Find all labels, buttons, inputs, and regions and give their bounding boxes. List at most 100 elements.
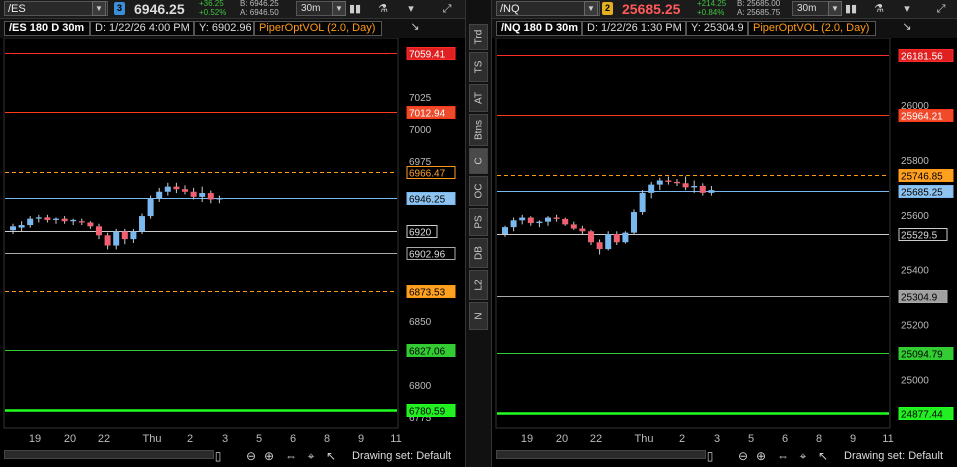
x-axis-tick: 3 [714, 433, 720, 445]
candle [190, 191, 197, 197]
candle [147, 198, 154, 217]
y-readout: Y: 6902.96 [194, 21, 254, 36]
x-axis-tick: 20 [64, 433, 76, 445]
chart-pane-nq: /NQ ▼ 2 25685.25 +214.25 +0.84% B: 25685… [492, 0, 957, 467]
drawing-tools-icon[interactable]: ⤢ [436, 0, 458, 18]
x-axis-tick: 3 [222, 433, 228, 445]
candle [519, 217, 526, 221]
side-tab-trd[interactable]: Trd [469, 24, 488, 50]
bid-price: B: 6946.25 [240, 0, 279, 8]
level-tag-label: 25304.9 [901, 293, 938, 304]
candle [44, 217, 51, 220]
style-settings-icon[interactable]: ▾ [400, 0, 422, 18]
candle [113, 231, 120, 246]
side-tab-n[interactable]: N [469, 302, 488, 330]
level-tag-label: 6902.96 [409, 250, 446, 261]
y-axis-tick: 7025 [409, 93, 432, 104]
studies-flask-icon[interactable]: ⚗ [372, 0, 394, 18]
crosshair-icon[interactable]: ⌖ [303, 448, 319, 464]
zoom-in-icon[interactable]: ⊕ [753, 448, 769, 464]
pan-icon[interactable]: ⇔ [283, 448, 299, 464]
draw-tool-icon[interactable]: ↘ [896, 18, 918, 36]
drawing-tools-icon[interactable]: ⤢ [930, 0, 952, 18]
candle [613, 234, 620, 243]
side-tab-btns[interactable]: Btns [469, 114, 488, 146]
side-tab-oc[interactable]: OC [469, 176, 488, 206]
ask-price: A: 6946.50 [240, 8, 279, 17]
side-tab-label: OC [473, 183, 484, 199]
drawing-set-label[interactable]: Drawing set: Default [352, 449, 451, 463]
y-axis-tick: 25600 [901, 211, 929, 222]
symbol-dropdown-icon[interactable]: ▼ [92, 1, 106, 16]
studies-flask-icon[interactable]: ⚗ [868, 0, 890, 18]
chart-footer: ▯ ⊖ ⊕ ⇔ ⌖ ↖ Drawing set: Default [492, 445, 957, 467]
x-axis-tick: 2 [679, 433, 685, 445]
side-tab-ps[interactable]: PS [469, 208, 488, 236]
x-axis-tick: Thu [143, 433, 162, 445]
x-axis-tick: 8 [816, 433, 822, 445]
chart-style-icon[interactable]: ▮▮ [840, 0, 862, 18]
zoom-in-icon[interactable]: ⊕ [261, 448, 277, 464]
candle [579, 228, 586, 232]
pointer-icon[interactable]: ↖ [323, 448, 339, 464]
x-axis-tick: 9 [850, 433, 856, 445]
pointer-icon[interactable]: ↖ [815, 448, 831, 464]
side-tab-ts[interactable]: TS [469, 52, 488, 82]
price-chart[interactable]: 70257000697568506825680067757059.417012.… [0, 38, 465, 448]
crosshair-icon[interactable]: ⌖ [795, 448, 811, 464]
time-scrollbar[interactable] [496, 450, 706, 459]
level-tag-label: 25094.79 [901, 350, 943, 361]
side-tab-at[interactable]: AT [469, 84, 488, 112]
candle [96, 226, 102, 236]
level-tag-label: 25746.85 [901, 172, 943, 183]
candle [27, 218, 34, 226]
style-settings-icon[interactable]: ▾ [896, 0, 918, 18]
study-label[interactable]: PiperOptVOL (2.0, Day) [254, 21, 382, 36]
candle [207, 193, 214, 200]
chart-title: /NQ 180 D 30m [496, 21, 582, 36]
pan-icon[interactable]: ⇔ [775, 448, 791, 464]
x-axis-tick: 6 [782, 433, 788, 445]
candle [639, 192, 646, 213]
x-axis-tick: 19 [29, 433, 41, 445]
side-tab-l2[interactable]: L2 [469, 270, 488, 300]
side-tab-label: TS [473, 60, 484, 74]
level-tag-label: 6780.59 [409, 407, 446, 418]
net-change: +214.25 [697, 0, 727, 8]
zoom-out-icon[interactable]: ⊖ [243, 448, 259, 464]
chart-title: /ES 180 D 30m [4, 21, 90, 36]
drawing-set-label[interactable]: Drawing set: Default [844, 449, 943, 463]
side-tab-c[interactable]: C [469, 148, 488, 174]
scroll-handle-icon[interactable]: ▯ [702, 448, 718, 464]
candle [527, 217, 534, 224]
candle [173, 186, 180, 190]
side-tab-db[interactable]: DB [469, 238, 488, 268]
y-readout: Y: 25304.9 [686, 21, 748, 36]
x-axis-tick: 5 [256, 433, 262, 445]
scroll-handle-icon[interactable]: ▯ [210, 448, 226, 464]
price-chart[interactable]: 26000258002560025400252002500026181.5625… [492, 38, 957, 448]
chart-footer: ▯ ⊖ ⊕ ⇔ ⌖ ↖ Drawing set: Default [0, 445, 465, 467]
candle [10, 226, 16, 231]
x-axis-tick: 8 [324, 433, 330, 445]
study-label[interactable]: PiperOptVOL (2.0, Day) [748, 21, 876, 36]
date-readout: D: 1/22/26 4:00 PM [90, 21, 194, 36]
y-axis-tick: 25400 [901, 266, 929, 277]
draw-tool-icon[interactable]: ↘ [404, 18, 426, 36]
candle [104, 235, 111, 246]
link-group-badge[interactable]: 3 [114, 2, 125, 15]
chart-style-icon[interactable]: ▮▮ [344, 0, 366, 18]
symbol-dropdown-icon[interactable]: ▼ [584, 1, 598, 16]
x-axis-tick: 22 [98, 433, 110, 445]
ask-price: A: 25685.75 [737, 8, 781, 17]
candle [691, 186, 698, 188]
link-group-badge[interactable]: 2 [602, 2, 613, 15]
zoom-out-icon[interactable]: ⊖ [735, 448, 751, 464]
y-axis-tick: 25800 [901, 156, 929, 167]
candle [562, 218, 569, 225]
level-tag-label: 24877.44 [901, 410, 943, 421]
x-axis-tick: 5 [748, 433, 754, 445]
candle [87, 222, 94, 227]
candle [502, 227, 508, 234]
time-scrollbar[interactable] [4, 450, 214, 459]
